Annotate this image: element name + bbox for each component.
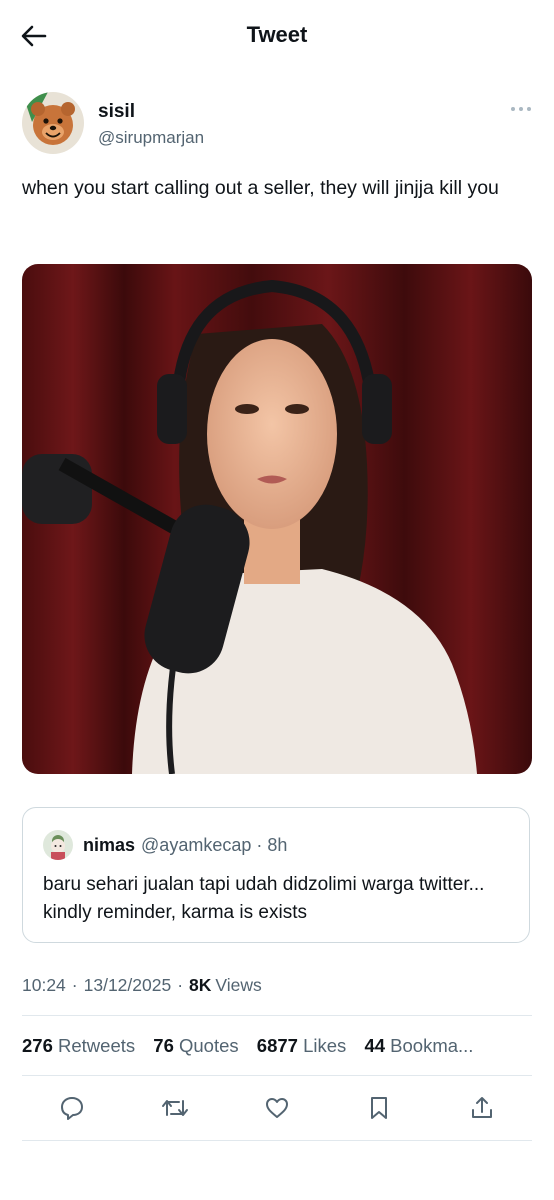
retweets-count: 276 xyxy=(22,1035,53,1056)
quote-text: baru sehari jualan tapi udah didzolimi w… xyxy=(43,874,485,923)
quote-author-name: nimas xyxy=(83,834,136,855)
tweet-text: when you start calling out a seller, the… xyxy=(22,177,499,199)
quote-author-handle: @ayamkecap xyxy=(141,834,252,855)
author-name[interactable]: sisil xyxy=(98,101,135,123)
retweet-button[interactable] xyxy=(161,1094,189,1122)
tweet-time: 10:24 xyxy=(22,975,66,995)
quotes-stat[interactable]: 76 Quotes xyxy=(153,1035,238,1057)
tweet-image[interactable] xyxy=(22,264,532,774)
quote-timestamp: 8h xyxy=(267,834,288,855)
retweets-label: Retweets xyxy=(58,1035,136,1056)
bookmark-button[interactable] xyxy=(365,1094,393,1122)
engagement-stats: 276 Retweets 76 Quotes 6877 Likes 44 Boo… xyxy=(22,1035,532,1057)
quoted-tweet[interactable]: nimas @ayamkecap · 8h baru sehari jualan… xyxy=(22,807,530,943)
quotes-count: 76 xyxy=(153,1035,174,1056)
likes-stat[interactable]: 6877 Likes xyxy=(257,1035,347,1057)
quote-avatar xyxy=(43,830,73,860)
reply-button[interactable] xyxy=(58,1094,86,1122)
divider xyxy=(22,1015,532,1016)
divider xyxy=(22,1075,532,1076)
more-options-button[interactable] xyxy=(510,102,532,116)
bookmark-icon xyxy=(371,1097,387,1119)
bookmarks-stat[interactable]: 44 Bookma... xyxy=(364,1035,473,1057)
share-button[interactable] xyxy=(468,1094,496,1122)
action-bar xyxy=(22,1088,532,1128)
quotes-label: Quotes xyxy=(179,1035,239,1056)
tweet-date: 13/12/2025 xyxy=(83,975,172,995)
quote-separator: · xyxy=(256,834,263,855)
share-icon xyxy=(472,1097,492,1118)
reply-icon xyxy=(61,1097,83,1120)
tweet-meta: 10:24 · 13/12/2025 · 8K Views xyxy=(22,975,262,996)
more-horizontal-icon xyxy=(511,107,531,111)
likes-count: 6877 xyxy=(256,1035,298,1056)
meta-dot: · xyxy=(71,975,78,995)
retweets-stat[interactable]: 276 Retweets xyxy=(22,1035,135,1057)
author-avatar[interactable] xyxy=(22,92,84,154)
top-bar: Tweet xyxy=(0,0,554,72)
views-label: Views xyxy=(215,975,262,995)
views-count: 8K xyxy=(189,975,212,995)
likes-label: Likes xyxy=(303,1035,347,1056)
heart-icon xyxy=(266,1098,288,1118)
bookmarks-label: Bookma... xyxy=(390,1035,474,1056)
author-handle[interactable]: @sirupmarjan xyxy=(98,128,204,148)
page-title: Tweet xyxy=(246,22,308,47)
like-button[interactable] xyxy=(263,1094,291,1122)
tweet-author: sisil @sirupmarjan xyxy=(22,92,532,156)
retweet-icon xyxy=(162,1100,188,1116)
meta-dot: · xyxy=(177,975,184,995)
divider xyxy=(22,1140,532,1141)
podcast-photo xyxy=(22,264,532,774)
quote-header: nimas @ayamkecap · 8h xyxy=(43,830,287,860)
bookmarks-count: 44 xyxy=(364,1035,386,1056)
